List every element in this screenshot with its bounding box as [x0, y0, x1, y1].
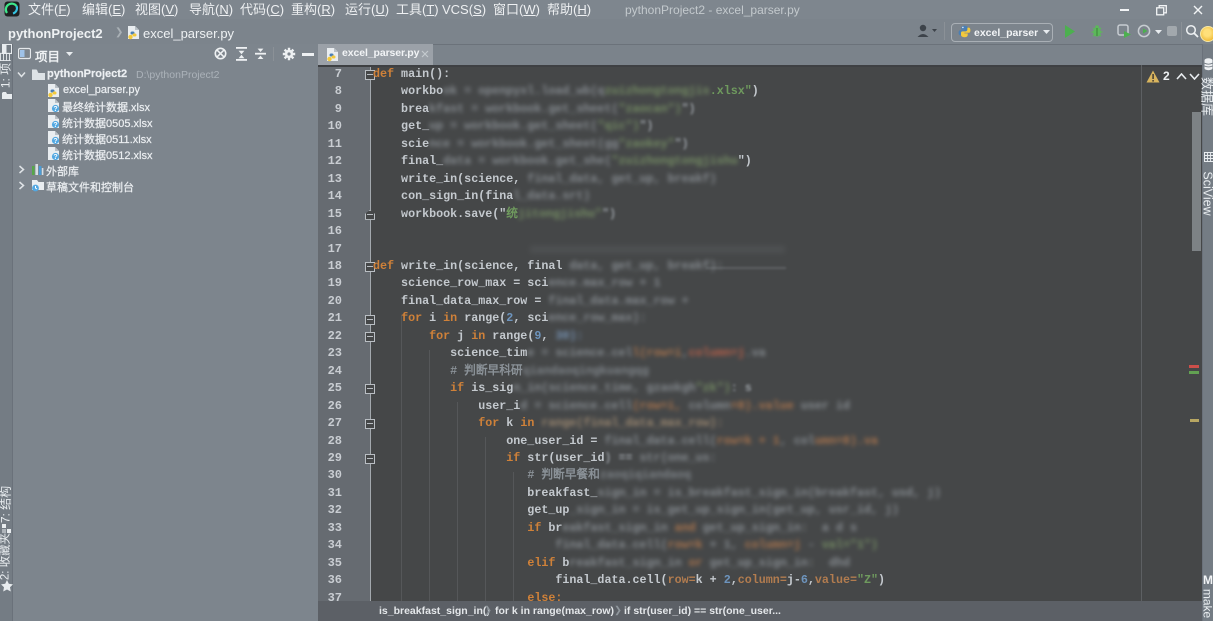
svg-text:?: ? [53, 122, 57, 129]
svg-text:?: ? [53, 138, 57, 145]
svg-text:?: ? [53, 154, 57, 161]
svg-text:?: ? [53, 106, 57, 113]
